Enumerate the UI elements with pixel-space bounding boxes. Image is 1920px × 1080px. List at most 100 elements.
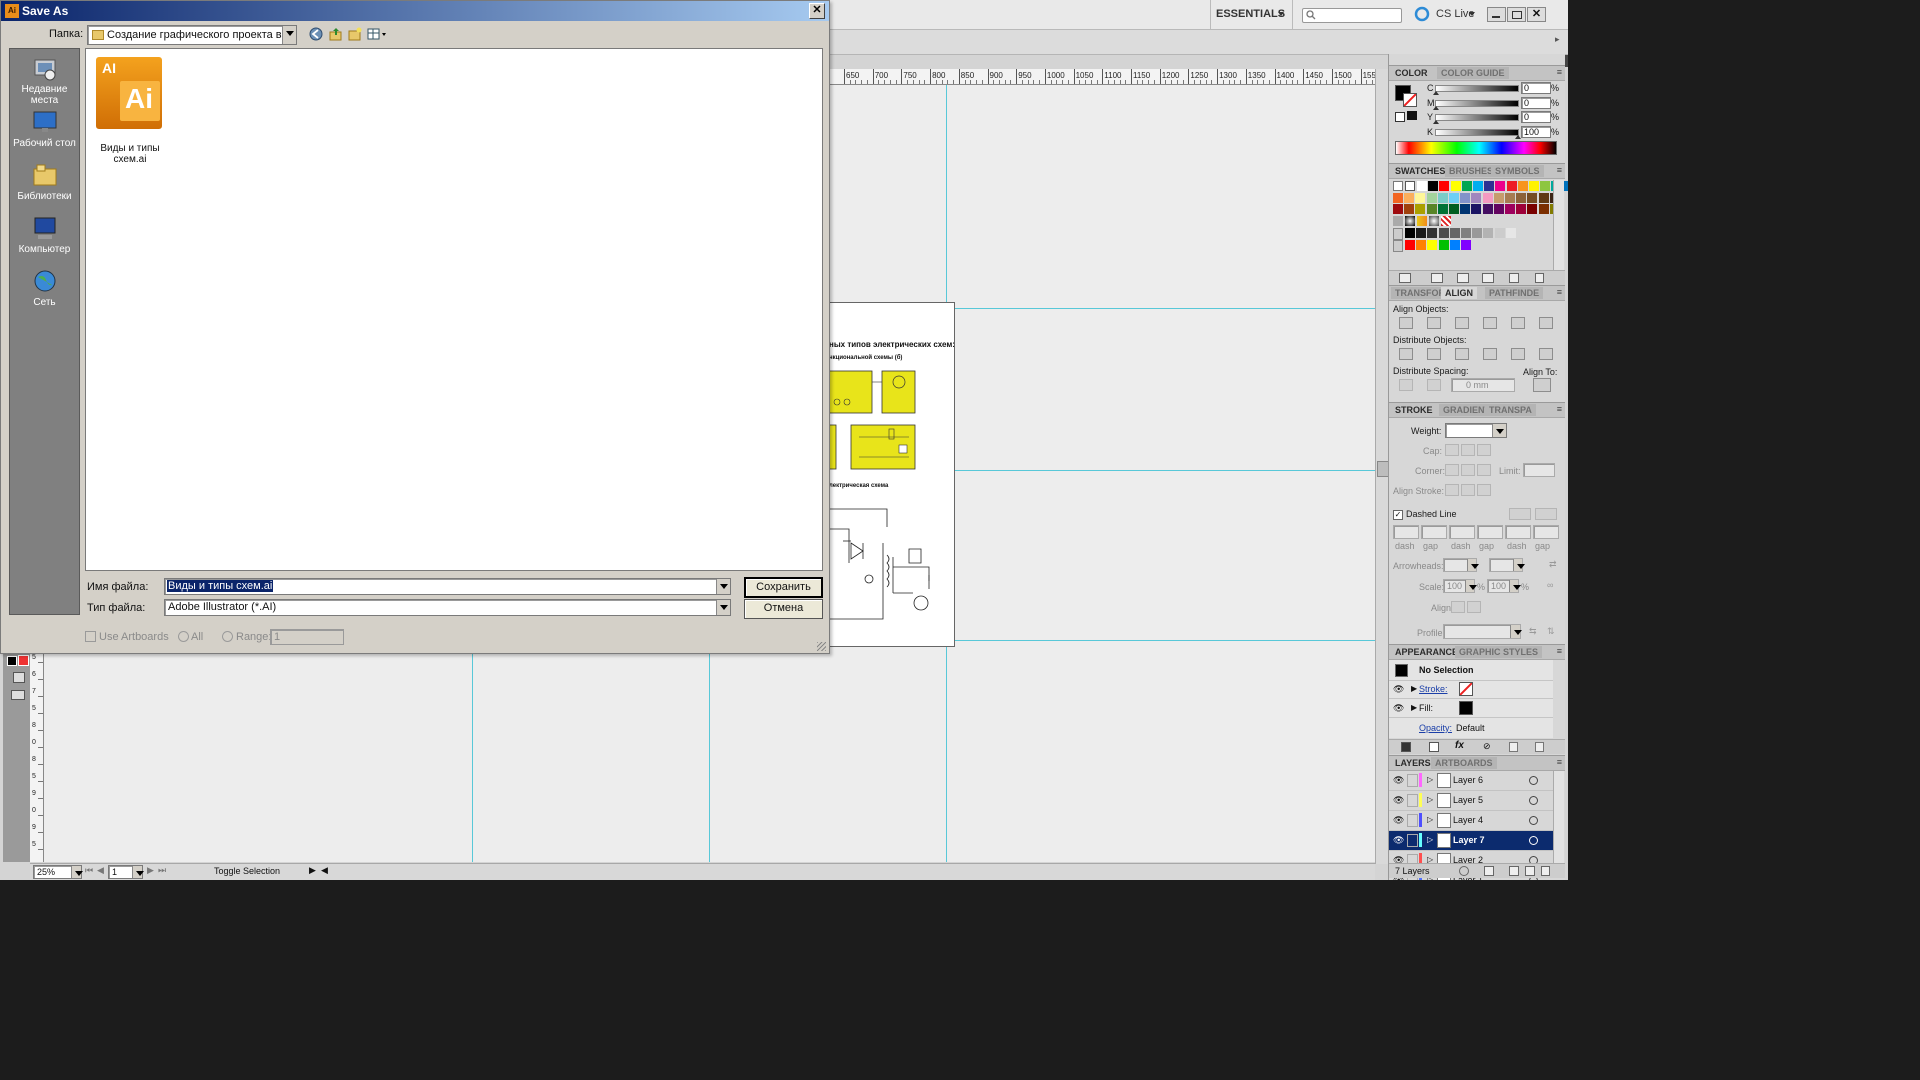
align-button[interactable] bbox=[1483, 317, 1497, 329]
zoom-select[interactable]: 25% bbox=[33, 865, 83, 879]
panel-menu-icon[interactable]: ≡ bbox=[1557, 67, 1562, 77]
weight-input[interactable] bbox=[1445, 423, 1507, 438]
panel-menu-icon[interactable]: ≡ bbox=[1557, 757, 1562, 767]
color-swatch[interactable] bbox=[1449, 204, 1459, 214]
place-recent[interactable]: Недавние места bbox=[10, 55, 79, 106]
channel-slider[interactable] bbox=[1435, 99, 1519, 107]
lock-toggle[interactable] bbox=[1407, 814, 1418, 827]
tab-transparency[interactable]: TRANSPA bbox=[1485, 404, 1536, 416]
gray-swatch[interactable] bbox=[1461, 228, 1471, 238]
color-swatch[interactable] bbox=[1516, 192, 1527, 203]
color-swatch[interactable] bbox=[1404, 192, 1415, 203]
last-artboard-icon[interactable]: ⏭ bbox=[158, 865, 166, 876]
slider-thumb[interactable] bbox=[1433, 105, 1439, 110]
color-swatch[interactable] bbox=[1493, 192, 1504, 203]
target-icon[interactable] bbox=[1529, 816, 1538, 825]
vertical-distribute-space-button[interactable] bbox=[1399, 379, 1413, 391]
tab-appearance[interactable]: APPEARANCE bbox=[1391, 646, 1462, 658]
lock-toggle[interactable] bbox=[1407, 834, 1418, 847]
layer-row[interactable]: 👁 ▷ Layer 6 bbox=[1389, 771, 1553, 791]
make-clipping-mask-icon[interactable] bbox=[1484, 866, 1494, 876]
color-swatch[interactable] bbox=[1482, 204, 1493, 214]
color-swatch[interactable] bbox=[1529, 181, 1539, 191]
layer-row[interactable]: 👁 ▷ Layer 4 bbox=[1389, 811, 1553, 831]
color-swatch[interactable] bbox=[1527, 204, 1538, 214]
artboard-number-select[interactable]: 1 bbox=[108, 865, 144, 879]
none-swatch[interactable] bbox=[1393, 181, 1403, 191]
stroke-none-swatch[interactable] bbox=[1459, 682, 1473, 696]
all-radio[interactable] bbox=[178, 631, 189, 642]
dash-gap-input[interactable] bbox=[1533, 525, 1559, 539]
slider-thumb[interactable] bbox=[1433, 91, 1439, 95]
preserve-dash-button[interactable] bbox=[1509, 508, 1531, 520]
resize-grip-icon[interactable] bbox=[817, 642, 826, 651]
place-computer[interactable]: Компьютер bbox=[10, 215, 79, 255]
tab-symbols[interactable]: SYMBOLS bbox=[1491, 165, 1544, 177]
color-swatch[interactable] bbox=[1538, 192, 1549, 203]
distribute-button[interactable] bbox=[1483, 348, 1497, 360]
square-cap-button[interactable] bbox=[1477, 444, 1491, 456]
panel-menu-icon[interactable]: ≡ bbox=[1557, 646, 1562, 656]
color-swatch[interactable] bbox=[1473, 181, 1483, 191]
color-swatch[interactable] bbox=[1415, 192, 1426, 203]
color-swatch[interactable] bbox=[1437, 192, 1448, 203]
color-swatch[interactable] bbox=[1471, 204, 1482, 214]
workspace-switcher[interactable]: ESSENTIALS bbox=[1216, 8, 1285, 20]
tab-align[interactable]: ALIGN bbox=[1441, 287, 1477, 299]
scroll-left-icon[interactable]: ◀ bbox=[321, 865, 328, 876]
channel-input[interactable]: 100 bbox=[1521, 125, 1551, 138]
eye-icon[interactable]: 👁 bbox=[1393, 684, 1404, 695]
eye-icon[interactable]: 👁 bbox=[1393, 815, 1404, 826]
color-swatch[interactable] bbox=[1471, 192, 1482, 203]
place-desktop[interactable]: Рабочий стол bbox=[10, 109, 79, 149]
filename-input[interactable]: Виды и типы схем.ai bbox=[164, 578, 731, 595]
range-radio[interactable] bbox=[222, 631, 233, 642]
butt-cap-button[interactable] bbox=[1445, 444, 1459, 456]
dash-gap-input[interactable] bbox=[1505, 525, 1531, 539]
align-dash-button[interactable] bbox=[1535, 508, 1557, 520]
gray-swatch[interactable] bbox=[1427, 228, 1438, 238]
channel-input[interactable]: 0 bbox=[1521, 82, 1551, 94]
gray-swatch[interactable] bbox=[1472, 228, 1483, 238]
layers-scrollbar[interactable] bbox=[1553, 771, 1564, 863]
show-kinds-icon[interactable] bbox=[1431, 273, 1443, 283]
color-swatch[interactable] bbox=[1426, 192, 1437, 203]
tab-brushes[interactable]: BRUSHES bbox=[1445, 165, 1498, 177]
color-swatch[interactable] bbox=[1516, 204, 1527, 214]
black-swatch[interactable] bbox=[1407, 111, 1417, 120]
dialog-title-bar[interactable]: Ai Save As ✕ bbox=[1, 1, 829, 21]
close-icon[interactable]: ✕ bbox=[809, 3, 825, 19]
minimize-button[interactable] bbox=[1487, 7, 1506, 22]
layer-row[interactable]: 👁 ▷ Layer 7 bbox=[1389, 831, 1553, 851]
start-arrowhead-select[interactable] bbox=[1443, 558, 1479, 572]
dash-gap-input[interactable] bbox=[1421, 525, 1447, 539]
layer-name[interactable]: Layer 7 bbox=[1453, 835, 1485, 845]
tab-artboards[interactable]: ARTBOARDS bbox=[1431, 757, 1497, 769]
align-button[interactable] bbox=[1511, 317, 1525, 329]
pattern-swatch[interactable] bbox=[1441, 216, 1451, 226]
view-menu-icon[interactable] bbox=[367, 27, 387, 41]
eye-icon[interactable]: 👁 bbox=[1393, 835, 1404, 846]
duplicate-item-icon[interactable] bbox=[1509, 742, 1518, 752]
panel-menu-icon[interactable]: ≡ bbox=[1557, 404, 1562, 414]
color-swatch[interactable] bbox=[1495, 181, 1506, 191]
bright-swatch[interactable] bbox=[1438, 240, 1449, 250]
color-swatch[interactable] bbox=[1493, 204, 1504, 214]
color-swatch[interactable] bbox=[1404, 204, 1415, 214]
new-swatch-icon[interactable] bbox=[1509, 273, 1519, 283]
place-libraries[interactable]: Библиотеки bbox=[10, 162, 79, 202]
new-sublayer-icon[interactable] bbox=[1509, 866, 1519, 876]
swatch-options-icon[interactable] bbox=[1457, 273, 1469, 283]
gray-swatch[interactable] bbox=[1494, 228, 1505, 238]
color-swatch[interactable] bbox=[1449, 192, 1459, 203]
color-swatch[interactable] bbox=[1460, 192, 1471, 203]
dash-gap-input[interactable] bbox=[1393, 525, 1419, 539]
slider-thumb[interactable] bbox=[1433, 120, 1439, 124]
align-button[interactable] bbox=[1539, 317, 1553, 329]
prev-artboard-icon[interactable]: ◀ bbox=[97, 865, 104, 876]
fx-icon[interactable]: fx bbox=[1455, 740, 1464, 751]
gradient-swatch[interactable] bbox=[1429, 216, 1439, 226]
eye-icon[interactable]: 👁 bbox=[1393, 795, 1404, 806]
color-swatch[interactable] bbox=[1540, 181, 1551, 191]
color-swatch[interactable] bbox=[1506, 181, 1517, 191]
